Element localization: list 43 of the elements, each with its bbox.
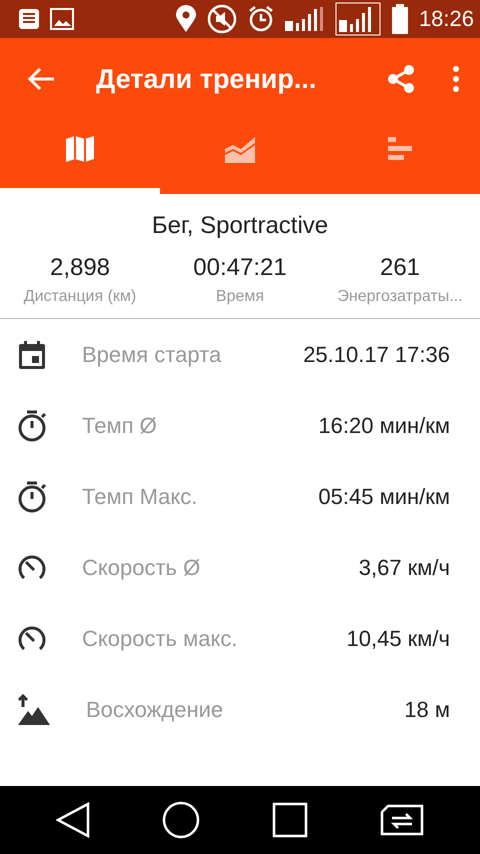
image-icon <box>50 8 74 30</box>
alarm-icon <box>246 5 275 33</box>
detail-value: 18 м <box>404 696 450 722</box>
detail-label: Восхождение <box>86 696 224 722</box>
battery-icon <box>390 4 409 34</box>
stopwatch-icon <box>17 480 47 512</box>
calendar-icon <box>17 340 47 370</box>
location-pin-icon <box>174 5 197 33</box>
share-button[interactable] <box>386 64 416 94</box>
detail-label: Скорость макс. <box>82 626 238 652</box>
sim-switch-button[interactable] <box>380 804 424 836</box>
back-button[interactable] <box>28 67 56 91</box>
area-chart-icon <box>224 135 256 163</box>
stat-label: Дистанция (км) <box>24 288 136 306</box>
mute-icon <box>206 4 237 34</box>
detail-value: 25.10.17 17:36 <box>303 342 450 368</box>
detail-label: Время старта <box>82 342 222 368</box>
recents-nav-button[interactable] <box>272 802 308 838</box>
signal-icon <box>334 2 381 36</box>
stopwatch-icon <box>17 410 47 442</box>
stat-value: 261 <box>380 254 420 282</box>
detail-label: Темп Макс. <box>82 484 198 510</box>
detail-label: Скорость Ø <box>82 554 202 580</box>
map-icon <box>65 135 95 163</box>
activity-title: Бег, Sportractive <box>152 212 328 240</box>
detail-value: 16:20 мин/км <box>318 412 450 438</box>
bar-list-icon <box>387 136 413 162</box>
stat-label: Энергозатраты... <box>337 288 463 306</box>
detail-value: 10,45 км/ч <box>346 626 450 652</box>
notes-icon <box>18 8 40 30</box>
status-time: 18:26 <box>418 6 474 32</box>
screen-title: Детали тренир... <box>96 64 318 94</box>
stat-value: 2,898 <box>50 254 110 282</box>
mountain-ascent-icon <box>17 694 51 726</box>
back-nav-button[interactable] <box>56 802 90 838</box>
detail-label: Темп Ø <box>82 412 158 438</box>
stat-label: Время <box>216 288 264 306</box>
detail-value: 05:45 мин/км <box>318 484 450 510</box>
stat-value: 00:47:21 <box>193 254 287 282</box>
detail-value: 3,67 км/ч <box>358 554 450 580</box>
signal-icon <box>284 5 325 33</box>
home-nav-button[interactable] <box>162 801 200 839</box>
more-menu-button[interactable] <box>452 65 460 93</box>
